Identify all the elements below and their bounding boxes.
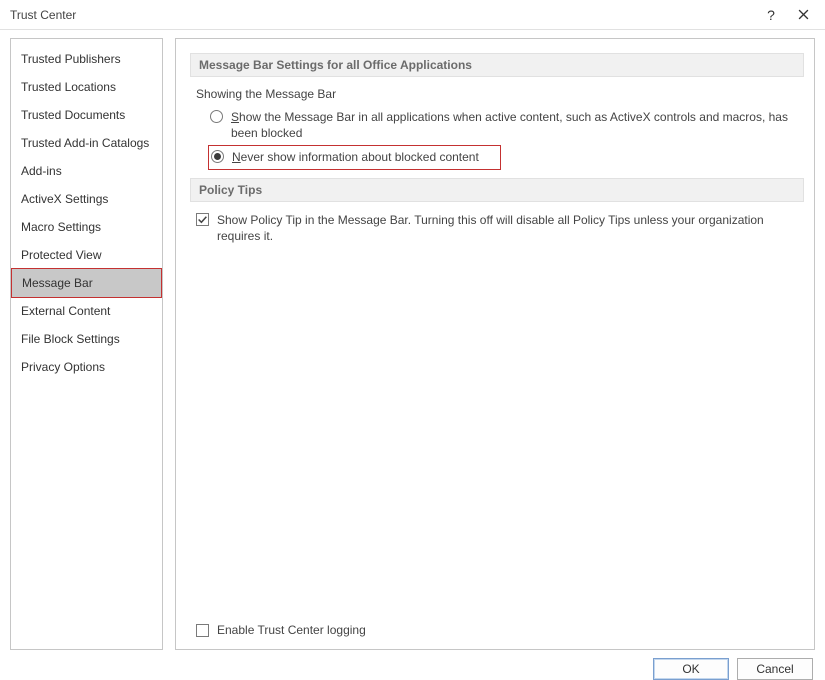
sidebar-item-protected-view[interactable]: Protected View (11, 241, 162, 269)
section-header-message-bar: Message Bar Settings for all Office Appl… (190, 53, 804, 77)
sidebar-item-label: Trusted Add-in Catalogs (21, 136, 149, 150)
sidebar-item-label: Add-ins (21, 164, 62, 178)
checkbox-label: Show Policy Tip in the Message Bar. Turn… (217, 212, 804, 244)
close-button[interactable] (787, 1, 819, 29)
sidebar-item-label: Trusted Publishers (21, 52, 121, 66)
dialog-body: Trusted Publishers Trusted Locations Tru… (0, 30, 825, 650)
checkbox-icon (196, 624, 209, 637)
close-icon (798, 7, 809, 23)
help-icon: ? (767, 7, 775, 23)
radio-icon (211, 150, 224, 163)
sidebar: Trusted Publishers Trusted Locations Tru… (10, 38, 163, 650)
section-header-policy-tips: Policy Tips (190, 178, 804, 202)
sidebar-item-label: Trusted Locations (21, 80, 116, 94)
sidebar-item-label: External Content (21, 304, 110, 318)
radio-label: Never show information about blocked con… (232, 149, 479, 165)
sidebar-item-trusted-addin-catalogs[interactable]: Trusted Add-in Catalogs (11, 129, 162, 157)
sidebar-item-label: Privacy Options (21, 360, 105, 374)
checkbox-show-policy-tip[interactable]: Show Policy Tip in the Message Bar. Turn… (196, 212, 804, 244)
sidebar-item-activex-settings[interactable]: ActiveX Settings (11, 185, 162, 213)
footer: OK Cancel (0, 650, 825, 680)
highlight-box: Never show information about blocked con… (208, 145, 501, 169)
sidebar-item-trusted-publishers[interactable]: Trusted Publishers (11, 45, 162, 73)
section-title: Policy Tips (199, 183, 262, 197)
sidebar-item-message-bar[interactable]: Message Bar (11, 268, 162, 298)
sidebar-item-label: ActiveX Settings (21, 192, 108, 206)
sidebar-item-label: File Block Settings (21, 332, 120, 346)
content-pane: Message Bar Settings for all Office Appl… (175, 38, 815, 650)
radio-label: Show the Message Bar in all applications… (231, 109, 804, 141)
checkbox-icon (196, 213, 209, 226)
ok-button[interactable]: OK (653, 658, 729, 680)
help-button[interactable]: ? (755, 1, 787, 29)
sidebar-item-trusted-locations[interactable]: Trusted Locations (11, 73, 162, 101)
title-bar: Trust Center ? (0, 0, 825, 30)
sidebar-item-trusted-documents[interactable]: Trusted Documents (11, 101, 162, 129)
sidebar-item-addins[interactable]: Add-ins (11, 157, 162, 185)
sidebar-item-external-content[interactable]: External Content (11, 297, 162, 325)
sidebar-item-privacy-options[interactable]: Privacy Options (11, 353, 162, 381)
button-label: OK (682, 662, 699, 676)
checkbox-label: Enable Trust Center logging (217, 623, 366, 637)
sidebar-item-label: Macro Settings (21, 220, 101, 234)
sidebar-item-label: Protected View (21, 248, 102, 262)
sidebar-item-macro-settings[interactable]: Macro Settings (11, 213, 162, 241)
sidebar-item-label: Message Bar (22, 276, 93, 290)
sidebar-item-file-block-settings[interactable]: File Block Settings (11, 325, 162, 353)
window-title: Trust Center (10, 8, 755, 22)
checkbox-enable-logging[interactable]: Enable Trust Center logging (196, 623, 366, 637)
cancel-button[interactable]: Cancel (737, 658, 813, 680)
sidebar-item-label: Trusted Documents (21, 108, 125, 122)
radio-icon (210, 110, 223, 123)
message-bar-subtitle: Showing the Message Bar (196, 87, 804, 101)
radio-show-message-bar[interactable]: Show the Message Bar in all applications… (210, 107, 804, 143)
radio-never-show[interactable]: Never show information about blocked con… (211, 149, 496, 165)
section-title: Message Bar Settings for all Office Appl… (199, 58, 472, 72)
button-label: Cancel (756, 662, 793, 676)
